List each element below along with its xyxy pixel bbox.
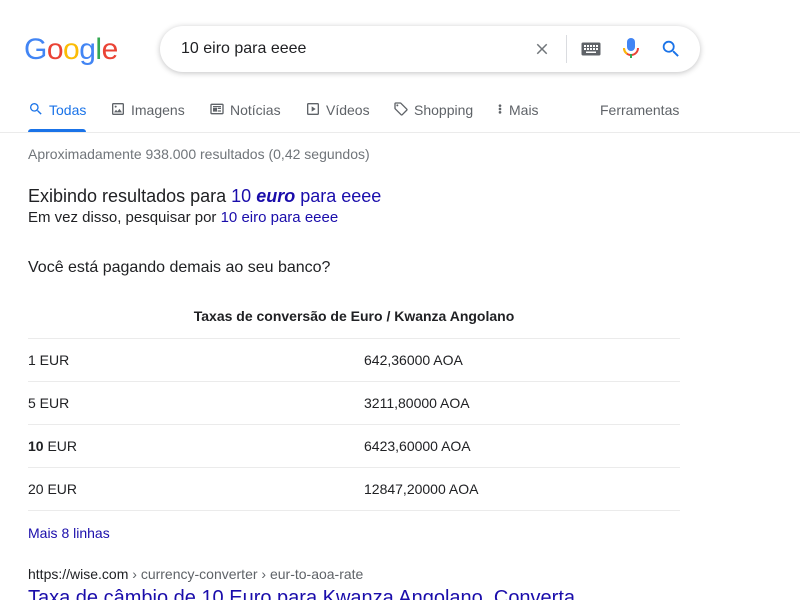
news-icon [210, 103, 224, 115]
result-url[interactable]: https://wise.com › currency-converter › … [28, 566, 575, 582]
tab-all[interactable]: Todas [28, 90, 87, 132]
logo-letter: o [63, 33, 80, 66]
tab-more[interactable]: Mais [496, 90, 539, 132]
original-query-link[interactable]: 10 eiro para eeee [221, 209, 339, 226]
result-title-link[interactable]: Taxa de câmbio de 10 Euro para Kwanza An… [28, 587, 575, 600]
table-row: 1 EUR 642,36000 AOA [28, 339, 680, 382]
search-tabs: Todas Imagens Notícias Vídeos Shopping M… [0, 90, 800, 133]
amount-cell: 10 EUR [28, 438, 78, 454]
image-icon [112, 103, 124, 115]
table-title: Taxas de conversão de Euro / Kwanza Ango… [28, 300, 680, 339]
corrected-word: euro [256, 186, 296, 206]
tab-label: Notícias [230, 102, 281, 118]
spell-correction: Exibindo resultados para 10 euro para ee… [28, 186, 381, 226]
search-icon[interactable] [659, 37, 683, 61]
tab-videos[interactable]: Vídeos [305, 90, 370, 132]
corrected-query-part: 10 [231, 186, 252, 206]
more-rows-link[interactable]: Mais 8 linhas [28, 525, 110, 541]
value-cell: 6423,60000 AOA [364, 438, 471, 454]
conversion-rates-table: Taxas de conversão de Euro / Kwanza Ango… [28, 300, 680, 511]
google-logo[interactable]: Google [24, 33, 118, 67]
value-cell: 642,36000 AOA [364, 352, 463, 368]
table-row: 10 EUR 6423,60000 AOA [28, 425, 680, 468]
microphone-icon[interactable] [619, 37, 643, 61]
video-icon [307, 103, 319, 115]
search-icon [30, 103, 42, 115]
tab-label: Mais [509, 102, 539, 118]
amount-cell: 20 EUR [28, 481, 78, 497]
keyboard-icon[interactable] [579, 37, 603, 61]
result-domain: https://wise.com [28, 566, 129, 582]
tab-label: Shopping [414, 102, 474, 118]
tab-label: Todas [49, 102, 87, 118]
tab-label: Imagens [131, 102, 185, 118]
tab-label: Ferramentas [600, 102, 680, 118]
search-instead-label: Em vez disso, pesquisar por [28, 209, 217, 226]
logo-letter: e [101, 33, 119, 66]
tag-icon [394, 102, 408, 116]
table-row: 5 EUR 3211,80000 AOA [28, 382, 680, 425]
search-result: https://wise.com › currency-converter › … [28, 566, 575, 600]
corrected-query-link[interactable]: 10 euro para eeee [231, 186, 381, 206]
more-vert-icon [498, 104, 502, 114]
result-stats: Aproximadamente 938.000 resultados (0,42… [28, 146, 370, 162]
logo-letter: G [24, 33, 47, 66]
result-path: › currency-converter › eur-to-aoa-rate [128, 566, 364, 582]
logo-letter: o [46, 33, 64, 66]
logo-letter: g [79, 33, 96, 66]
tab-images[interactable]: Imagens [110, 90, 185, 132]
amount-cell: 5 EUR [28, 395, 70, 411]
promo-question: Você está pagando demais ao seu banco? [28, 259, 331, 276]
search-input[interactable] [181, 26, 511, 72]
search-box [160, 26, 700, 72]
value-cell: 3211,80000 AOA [364, 395, 470, 411]
value-cell: 12847,20000 AOA [364, 481, 479, 497]
corrected-query-part: para eeee [300, 186, 382, 206]
showing-results-label: Exibindo resultados para [28, 186, 227, 206]
table-row: 20 EUR 12847,20000 AOA [28, 468, 680, 511]
search-divider [566, 35, 567, 63]
clear-icon[interactable] [530, 37, 554, 61]
tools-button[interactable]: Ferramentas [600, 90, 679, 132]
tab-shopping[interactable]: Shopping [393, 90, 473, 132]
tab-label: Vídeos [326, 102, 370, 118]
tab-news[interactable]: Notícias [209, 90, 281, 132]
amount-cell: 1 EUR [28, 352, 70, 368]
